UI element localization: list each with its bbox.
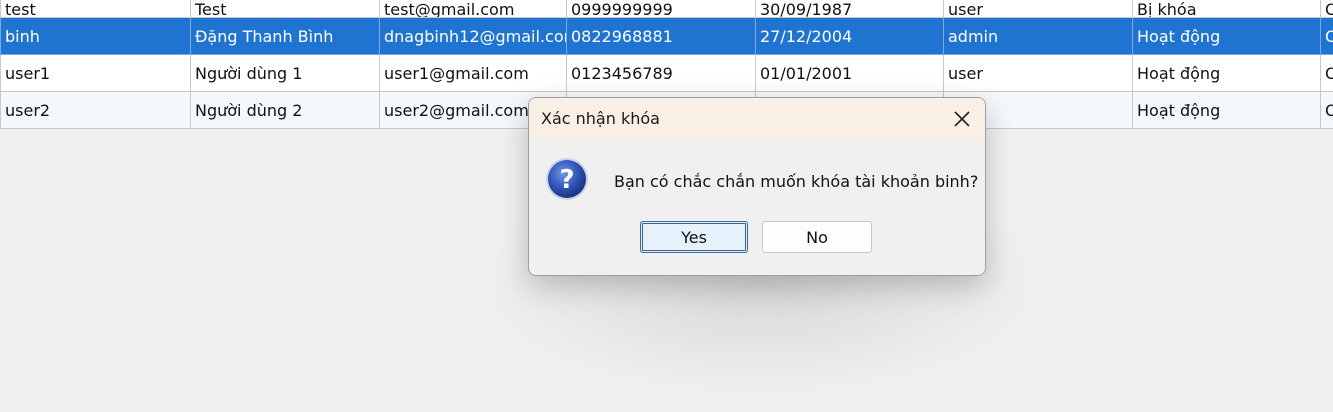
table-cell: 30/09/1987: [755, 0, 944, 18]
confirm-lock-dialog: Xác nhận khóa ? Bạn có chắc chắn muốn kh…: [528, 97, 986, 276]
dialog-title: Xác nhận khóa: [541, 109, 660, 128]
table-cell: 0822968881: [566, 17, 756, 55]
table-cell: O: [1320, 54, 1333, 92]
table-cell: admin: [943, 17, 1133, 55]
table-cell: 01/01/2001: [755, 54, 944, 92]
table-cell: Test: [190, 0, 380, 18]
table-cell: user2: [0, 91, 191, 129]
table-cell: 0123456789: [566, 54, 756, 92]
table-cell: O: [1320, 17, 1333, 55]
table-cell: user: [943, 0, 1133, 18]
yes-button-label: Yes: [681, 227, 707, 247]
table-cell: user1@gmail.com: [379, 54, 567, 92]
yes-button[interactable]: Yes: [640, 221, 748, 253]
table-cell: Hoạt động: [1132, 91, 1321, 129]
table-row[interactable]: user1 Người dùng 1 user1@gmail.com 01234567…: [0, 54, 1333, 92]
table-cell: Người dùng 2: [190, 91, 380, 129]
table-row[interactable]: test Test test@gmail.com 0999999999 30/09/19…: [0, 0, 1333, 18]
table-cell: 0999999999: [566, 0, 756, 18]
table-cell: dnagbinh12@gmail.com: [379, 17, 567, 55]
table-cell: test@gmail.com: [379, 0, 567, 18]
no-button[interactable]: No: [762, 221, 872, 253]
table-cell: user: [943, 54, 1133, 92]
dialog-titlebar: Xác nhận khóa: [529, 98, 985, 140]
table-cell: Người dùng 1: [190, 54, 380, 92]
table-cell: test: [0, 0, 191, 18]
table-cell: user1: [0, 54, 191, 92]
table-cell: O: [1320, 0, 1333, 18]
no-button-label: No: [806, 227, 828, 247]
dialog-message: Bạn có chắc chắn muốn khóa tài khoản bin…: [614, 172, 979, 191]
table-cell: 27/12/2004: [755, 17, 944, 55]
table-cell: Hoạt động: [1132, 17, 1321, 55]
table-cell: O: [1320, 91, 1333, 129]
question-icon: ?: [546, 158, 588, 200]
svg-text:?: ?: [559, 165, 574, 195]
close-icon[interactable]: [951, 108, 973, 130]
table-cell: Bị khóa: [1132, 0, 1321, 18]
table-cell: Đặng Thanh Bình: [190, 17, 380, 55]
table-cell: Hoạt động: [1132, 54, 1321, 92]
table-cell: binh: [0, 17, 191, 55]
table-row[interactable]: binh Đặng Thanh Bình dnagbinh12@gmail.com 0…: [0, 17, 1333, 55]
